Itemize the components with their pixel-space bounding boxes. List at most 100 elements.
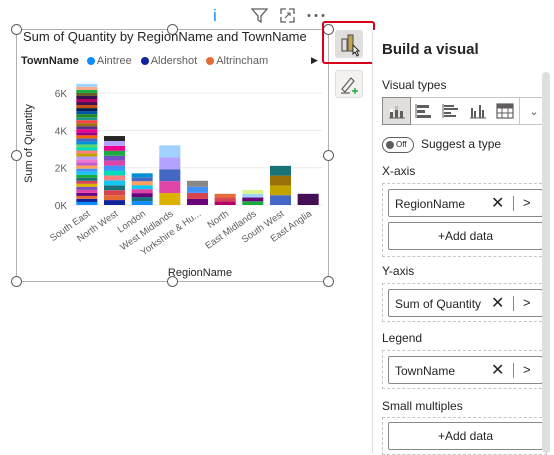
bar-segment [76,117,98,121]
focus-mode-icon[interactable] [280,8,295,23]
bar-segment [242,190,264,194]
bar-segment [76,126,98,130]
stacked-bar-chart-icon[interactable] [410,98,437,124]
bar-segment [76,123,98,127]
pane-scrollbar[interactable] [542,72,550,453]
field-name: Sum of Quantity [395,297,482,311]
bar-segment [103,180,126,186]
legend-field[interactable]: TownName ✕ > [388,356,543,384]
add-data-button[interactable]: +Add data [388,422,543,450]
x-axis-field[interactable]: RegionName ✕ > [388,189,543,217]
small-multiples-well: +Add data [382,417,547,455]
separator [513,296,514,311]
bar-segment [186,186,209,193]
bar-segment [76,156,98,160]
bar-segment [76,86,98,90]
remove-field-icon[interactable]: ✕ [491,193,504,213]
bar-segment [103,190,126,196]
bar-segment [131,185,153,190]
resize-handle[interactable] [167,276,178,287]
bar-segment [76,162,98,166]
bar-segment [103,170,126,176]
bar-segment [76,201,98,205]
separator [513,196,514,211]
bar-segment [159,157,181,170]
bar-segment [269,165,292,176]
toggle-knob [386,141,394,149]
bar-segment [76,141,98,145]
resize-handle[interactable] [323,276,334,287]
format-visual-button[interactable] [335,70,363,98]
bar-segment [214,201,236,205]
bar-segment [76,138,98,142]
bar-segment [76,174,98,178]
bar-segment [76,83,98,87]
bar-segment [76,195,98,199]
y-tick-label: 2K [55,164,68,175]
bar-segment [242,201,264,205]
bar-segment [76,89,98,93]
bar-segment [76,92,98,96]
bar-segment [76,95,98,100]
add-data-button[interactable]: +Add data [388,222,543,250]
remove-field-icon[interactable]: ✕ [491,360,504,380]
bar-segment [76,180,98,184]
clustered-bar-chart-icon[interactable] [437,98,464,124]
visual-types-label: Visual types [382,78,447,92]
bar-segment [76,153,98,157]
bar-segment [76,132,98,136]
table-icon[interactable] [491,98,518,124]
small-multiples-label: Small multiples [382,399,463,413]
bar-segment [76,198,98,202]
resize-handle[interactable] [11,276,22,287]
bar-segment [159,181,181,194]
bar-segment [269,195,292,205]
build-visual-pane: Build a visual Visual types ⌄ Off Sugges… [372,30,554,455]
bar-segment [159,193,181,205]
resize-handle[interactable] [11,150,22,161]
bar-segment [131,189,153,194]
visual-container[interactable]: Sum of Quantity by RegionName and TownNa… [16,29,329,282]
bar-segment [76,108,98,112]
y-axis-label: Y-axis [382,264,415,278]
bar-segment [159,145,181,158]
bar-segment [76,192,98,196]
visual-types-gallery: ⌄ [382,97,549,125]
toggle-state-text: Off [396,140,407,149]
bar-segment [131,177,153,182]
more-options-icon[interactable] [307,13,325,18]
legend-well-label: Legend [382,331,423,345]
bar-segment [186,180,209,187]
bar-segment [103,165,126,171]
resize-handle[interactable] [167,24,178,35]
format-visual-icon [341,77,358,94]
chevron-right-icon[interactable]: > [523,362,531,377]
bar-segment [103,185,126,191]
bar-segment [76,183,98,187]
y-axis-field[interactable]: Sum of Quantity ✕ > [388,289,543,317]
bar-segment [76,99,98,103]
bar-segment [297,193,319,205]
bar-segment [76,159,98,163]
bar-segment [103,140,126,146]
bar-segment [214,197,236,202]
y-axis-well: Sum of Quantity ✕ > [382,283,547,322]
bar-segment [242,197,264,202]
bar-segment [76,189,98,193]
bar-segment [269,175,292,186]
remove-field-icon[interactable]: ✕ [491,293,504,313]
resize-handle[interactable] [11,24,22,35]
clustered-column-chart-icon[interactable] [464,98,491,124]
bar-segment [103,200,126,205]
resize-handle[interactable] [323,150,334,161]
x-axis-well: RegionName ✕ > +Add data [382,183,547,257]
chevron-right-icon[interactable]: > [523,295,531,310]
stacked-column-chart-icon[interactable] [382,97,411,125]
bar-segment [76,144,98,148]
chevron-right-icon[interactable]: > [523,195,531,210]
info-icon[interactable]: i [213,6,217,26]
filter-icon[interactable] [251,8,268,23]
legend-well: TownName ✕ > [382,350,547,389]
suggest-type-toggle[interactable]: Off [382,137,414,153]
bar-segment [103,160,126,166]
